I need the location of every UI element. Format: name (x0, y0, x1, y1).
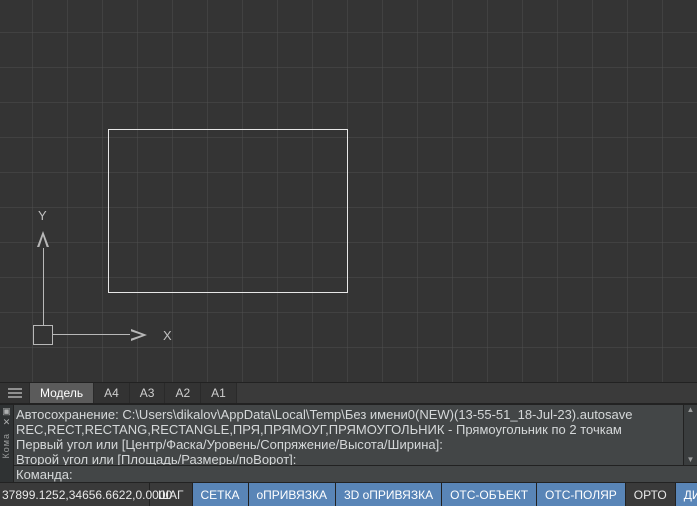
layout-tab[interactable]: A1 (201, 383, 237, 403)
command-scrollbar[interactable]: ▲ ▼ (683, 405, 697, 465)
status-toggle[interactable]: ДИН-ВВОД (676, 483, 697, 506)
ucs-x-label: X (163, 328, 172, 343)
layout-tab[interactable]: A3 (130, 383, 166, 403)
status-toggle[interactable]: СЕТКА (193, 483, 249, 506)
drawing-canvas[interactable]: X Y (0, 0, 697, 382)
ucs-x-axis (53, 334, 133, 335)
ucs-y-label: Y (38, 208, 47, 223)
layout-tabs-bar: МодельA4A3A2A1 (0, 382, 697, 404)
layout-tab[interactable]: A2 (165, 383, 201, 403)
command-history[interactable]: Автосохранение: C:\Users\dikalov\AppData… (0, 405, 697, 465)
command-gutter-label: Кома (2, 433, 11, 458)
tabs-menu-icon[interactable] (0, 383, 30, 403)
command-input-row[interactable]: Команда: (0, 465, 697, 482)
status-toggle[interactable]: ОТС-ПОЛЯР (537, 483, 626, 506)
status-toggle[interactable]: ОРТО (626, 483, 676, 506)
command-gutter-up-icon[interactable]: ▣ (2, 407, 11, 416)
ucs-y-axis (43, 245, 44, 325)
status-toggle[interactable]: оПРИВЯЗКА (249, 483, 336, 506)
command-prompt: Команда: (16, 467, 73, 482)
command-window: ▣ ✕ Кома Автосохранение: C:\Users\dikalo… (0, 404, 697, 482)
status-toggle[interactable]: ШАГ (150, 483, 193, 506)
layout-tab[interactable]: A4 (94, 383, 130, 403)
status-toggle[interactable]: ОТС-ОБЪЕКТ (442, 483, 537, 506)
status-toggle[interactable]: 3D оПРИВЯЗКА (336, 483, 442, 506)
ucs-icon: X Y (33, 205, 153, 345)
app-root: X Y МодельA4A3A2A1 ▣ ✕ Кома Автосохранен… (0, 0, 697, 506)
command-gutter-close-icon[interactable]: ✕ (3, 418, 11, 427)
status-bar: 37899.1252,34656.6622,0.0000 ШАГСЕТКАоПР… (0, 482, 697, 506)
command-gutter: ▣ ✕ Кома (0, 405, 14, 482)
ucs-origin-square (33, 325, 53, 345)
scroll-down-icon[interactable]: ▼ (687, 455, 695, 465)
layout-tab[interactable]: Модель (30, 383, 94, 403)
scroll-up-icon[interactable]: ▲ (687, 405, 695, 415)
status-coordinates[interactable]: 37899.1252,34656.6622,0.0000 (0, 483, 150, 506)
